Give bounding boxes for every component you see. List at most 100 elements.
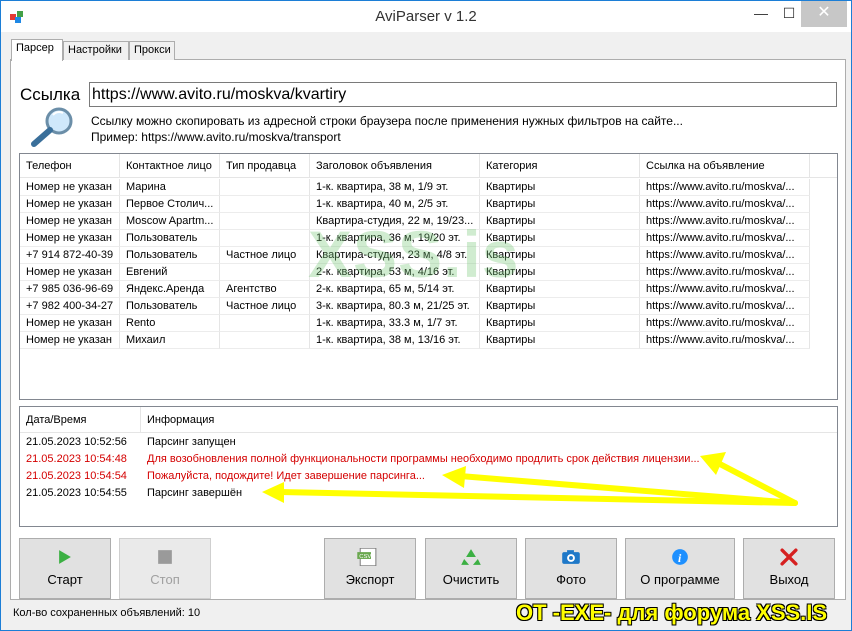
photo-button[interactable]: Фото [525, 538, 617, 599]
link-input[interactable] [89, 82, 837, 107]
table-cell: Первое Столич... [120, 196, 220, 213]
table-cell: Квартиры [480, 298, 640, 315]
close-button[interactable]: ✕ [801, 1, 847, 27]
table-cell: Квартиры [480, 196, 640, 213]
minimize-button[interactable]: — [747, 1, 775, 27]
title-bar: AviParser v 1.2 — ☐ ✕ [1, 1, 851, 32]
recycle-icon [461, 549, 481, 565]
stop-button-label: Стоп [150, 572, 180, 587]
info-icon: i [672, 549, 688, 565]
photo-button-label: Фото [556, 572, 586, 587]
table-row[interactable]: Номер не указан Rento 1-к. квартира, 33.3 … [20, 315, 837, 332]
column-header[interactable]: Категория [480, 154, 640, 178]
clear-button[interactable]: Очистить [425, 538, 517, 599]
table-row[interactable]: Номер не указан Михаил 1-к. квартира, 38 м… [20, 332, 837, 349]
table-cell: https://www.avito.ru/moskva/... [640, 230, 810, 247]
column-header[interactable]: Тип продавца [220, 154, 310, 178]
start-button[interactable]: Старт [19, 538, 111, 599]
camera-icon [562, 550, 580, 564]
table-cell [220, 179, 310, 196]
exit-button[interactable]: Выход [743, 538, 835, 599]
column-header[interactable]: Ссылка на объявление [640, 154, 810, 178]
table-cell: https://www.avito.ru/moskva/... [640, 315, 810, 332]
stop-button[interactable]: Стоп [119, 538, 211, 599]
table-cell: 2-к. квартира, 53 м, 4/16 эт. [310, 264, 480, 281]
table-cell: Номер не указан [20, 179, 120, 196]
log-table[interactable]: Дата/Время Информация 21.05.2023 10:52:5… [19, 406, 838, 527]
table-cell: Агентство [220, 281, 310, 298]
table-row[interactable]: +7 985 036-96-69 Яндекс.Аренда Агентство 2-… [20, 281, 837, 298]
table-cell: Марина [120, 179, 220, 196]
table-cell: +7 982 400-34-27 [20, 298, 120, 315]
table-cell: 1-к. квартира, 36 м, 19/20 эт. [310, 230, 480, 247]
table-cell [220, 230, 310, 247]
log-time: 21.05.2023 10:52:56 [26, 436, 127, 448]
table-cell [220, 196, 310, 213]
svg-text:CSV: CSV [359, 554, 371, 560]
table-cell: Rento [120, 315, 220, 332]
table-cell: Номер не указан [20, 264, 120, 281]
log-column-header[interactable]: Дата/Время [20, 407, 141, 433]
csv-file-icon: CSV [357, 548, 377, 566]
table-cell: Квартиры [480, 332, 640, 349]
table-cell [220, 315, 310, 332]
column-header[interactable]: Телефон [20, 154, 120, 178]
table-cell: Номер не указан [20, 196, 120, 213]
table-cell: 1-к. квартира, 38 м, 1/9 эт. [310, 179, 480, 196]
table-cell: https://www.avito.ru/moskva/... [640, 264, 810, 281]
log-time: 21.05.2023 10:54:55 [26, 487, 127, 499]
column-header[interactable]: Заголовок объявления [310, 154, 480, 178]
link-example: Пример: https://www.avito.ru/moskva/tran… [91, 130, 341, 144]
table-cell: Квартиры [480, 247, 640, 264]
table-cell: Пользователь [120, 230, 220, 247]
column-header[interactable]: Контактное лицо [120, 154, 220, 178]
table-cell: https://www.avito.ru/moskva/... [640, 298, 810, 315]
export-button-label: Экспорт [345, 572, 395, 587]
table-row[interactable]: Номер не указан Первое Столич... 1-к. квар… [20, 196, 837, 213]
table-cell: Квартира-студия, 23 м, 4/8 эт. [310, 247, 480, 264]
log-message: Для возобновления полной функциональност… [147, 453, 700, 465]
exit-button-label: Выход [769, 572, 809, 587]
table-cell: 1-к. квартира, 40 м, 2/5 эт. [310, 196, 480, 213]
table-cell: Пользователь [120, 247, 220, 264]
table-cell: Частное лицо [220, 247, 310, 264]
window-title: AviParser v 1.2 [375, 8, 477, 25]
table-row[interactable]: +7 914 872-40-39 Пользователь Частное лицо… [20, 247, 837, 264]
table-cell: Квартиры [480, 213, 640, 230]
link-hint: Ссылку можно скопировать из адресной стр… [91, 114, 683, 128]
maximize-button[interactable]: ☐ [775, 1, 803, 27]
start-button-label: Старт [47, 572, 83, 587]
ads-table[interactable]: Телефон Контактное лицо Тип продавца Заг… [19, 153, 838, 400]
tab-parser[interactable]: Парсер [11, 39, 63, 61]
table-cell: 2-к. квартира, 65 м, 5/14 эт. [310, 281, 480, 298]
table-row[interactable]: Номер не указан Moscow Apartm... Квартира-… [20, 213, 837, 230]
table-row[interactable]: Номер не указан Марина 1-к. квартира, 38 м… [20, 179, 837, 196]
table-cell: Пользователь [120, 298, 220, 315]
table-cell: Квартиры [480, 264, 640, 281]
table-cell: https://www.avito.ru/moskva/... [640, 196, 810, 213]
about-button[interactable]: i О программе [625, 538, 735, 599]
table-cell: Квартиры [480, 281, 640, 298]
table-row[interactable]: +7 982 400-34-27 Пользователь Частное лицо… [20, 298, 837, 315]
table-cell: Квартиры [480, 179, 640, 196]
table-cell [220, 264, 310, 281]
log-column-header[interactable]: Информация [141, 407, 837, 433]
log-time: 21.05.2023 10:54:54 [26, 470, 127, 482]
table-cell: Яндекс.Аренда [120, 281, 220, 298]
table-row[interactable]: Номер не указан Евгений 2-к. квартира, 53 … [20, 264, 837, 281]
tab-proxy[interactable]: Прокси [129, 41, 175, 60]
export-button[interactable]: CSV Экспорт [324, 538, 416, 599]
ads-table-header: Телефон Контактное лицо Тип продавца Заг… [20, 154, 837, 178]
table-cell: Номер не указан [20, 213, 120, 230]
log-message: Пожалуйста, подождите! Идет завершение п… [147, 470, 425, 482]
log-message: Парсинг запущен [147, 436, 236, 448]
table-cell: Евгений [120, 264, 220, 281]
table-cell: https://www.avito.ru/moskva/... [640, 247, 810, 264]
table-cell: Moscow Apartm... [120, 213, 220, 230]
tab-settings[interactable]: Настройки [63, 41, 129, 60]
magnifier-icon [31, 107, 73, 147]
app-window: AviParser v 1.2 — ☐ ✕ Парсер Настройки П… [0, 0, 852, 631]
table-row[interactable]: Номер не указан Пользователь 1-к. квартира… [20, 230, 837, 247]
about-button-label: О программе [640, 572, 720, 587]
table-cell: Квартиры [480, 315, 640, 332]
